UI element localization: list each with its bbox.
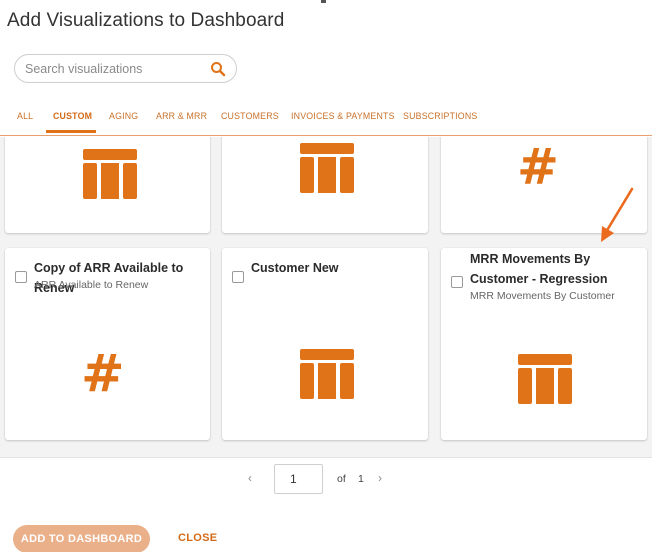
chevron-left-icon[interactable]: ‹: [248, 471, 252, 485]
tab-arr-mrr[interactable]: ARR & MRR: [156, 111, 207, 121]
active-tab-indicator: [46, 130, 96, 133]
add-to-dashboard-button[interactable]: ADD TO DASHBOARD: [13, 525, 150, 552]
chevron-right-icon[interactable]: ›: [378, 471, 382, 485]
tab-all[interactable]: ALL: [17, 111, 33, 121]
visualization-card[interactable]: [5, 137, 210, 233]
visualization-card[interactable]: [222, 137, 428, 233]
search-box: [14, 54, 237, 83]
tab-customers[interactable]: CUSTOMERS: [221, 111, 279, 121]
tab-custom[interactable]: CUSTOM: [53, 111, 92, 121]
category-tabs: ALL CUSTOM AGING ARR & MRR CUSTOMERS INV…: [0, 100, 652, 136]
visualization-grid: # Copy of ARR Available to Renew ARR Ava…: [0, 137, 652, 457]
select-checkbox[interactable]: [232, 271, 244, 283]
card-title: Copy of ARR Available to Renew: [34, 261, 184, 295]
tab-invoices-payments[interactable]: INVOICES & PAYMENTS: [291, 111, 395, 121]
visualization-card[interactable]: MRR Movements By Customer - Regression M…: [441, 248, 647, 440]
card-subtitle: ARR Available to Renew: [34, 279, 149, 291]
annotation-arrow-icon: [601, 187, 634, 242]
tab-subscriptions[interactable]: SUBSCRIPTIONS: [403, 111, 477, 121]
search-input[interactable]: [25, 59, 205, 79]
select-checkbox[interactable]: [451, 276, 463, 288]
table-icon: [518, 354, 572, 404]
visualization-card[interactable]: Customer New: [222, 248, 428, 440]
page-total: 1: [358, 473, 364, 485]
table-icon: [300, 143, 354, 193]
card-subtitle: MRR Movements By Customer: [470, 290, 615, 302]
page-of-label: of: [337, 473, 346, 485]
card-title: MRR Movements By Customer - Regression: [470, 252, 608, 286]
search-icon[interactable]: [210, 61, 226, 77]
pagination: ‹ of 1 ›: [0, 464, 652, 494]
card-title: Customer New: [251, 261, 339, 275]
close-button[interactable]: CLOSE: [178, 532, 217, 544]
dialog-title: Add Visualizations to Dashboard: [7, 10, 285, 31]
hash-icon: #: [517, 138, 559, 196]
footer-divider: [0, 457, 652, 458]
window-edge-marker: [321, 0, 326, 3]
tab-aging[interactable]: AGING: [109, 111, 138, 121]
visualization-card[interactable]: Copy of ARR Available to Renew ARR Avail…: [5, 248, 210, 440]
table-icon: [83, 149, 137, 199]
hash-icon: #: [81, 344, 125, 404]
page-number-input[interactable]: [274, 464, 323, 494]
select-checkbox[interactable]: [15, 271, 27, 283]
table-icon: [300, 349, 354, 399]
